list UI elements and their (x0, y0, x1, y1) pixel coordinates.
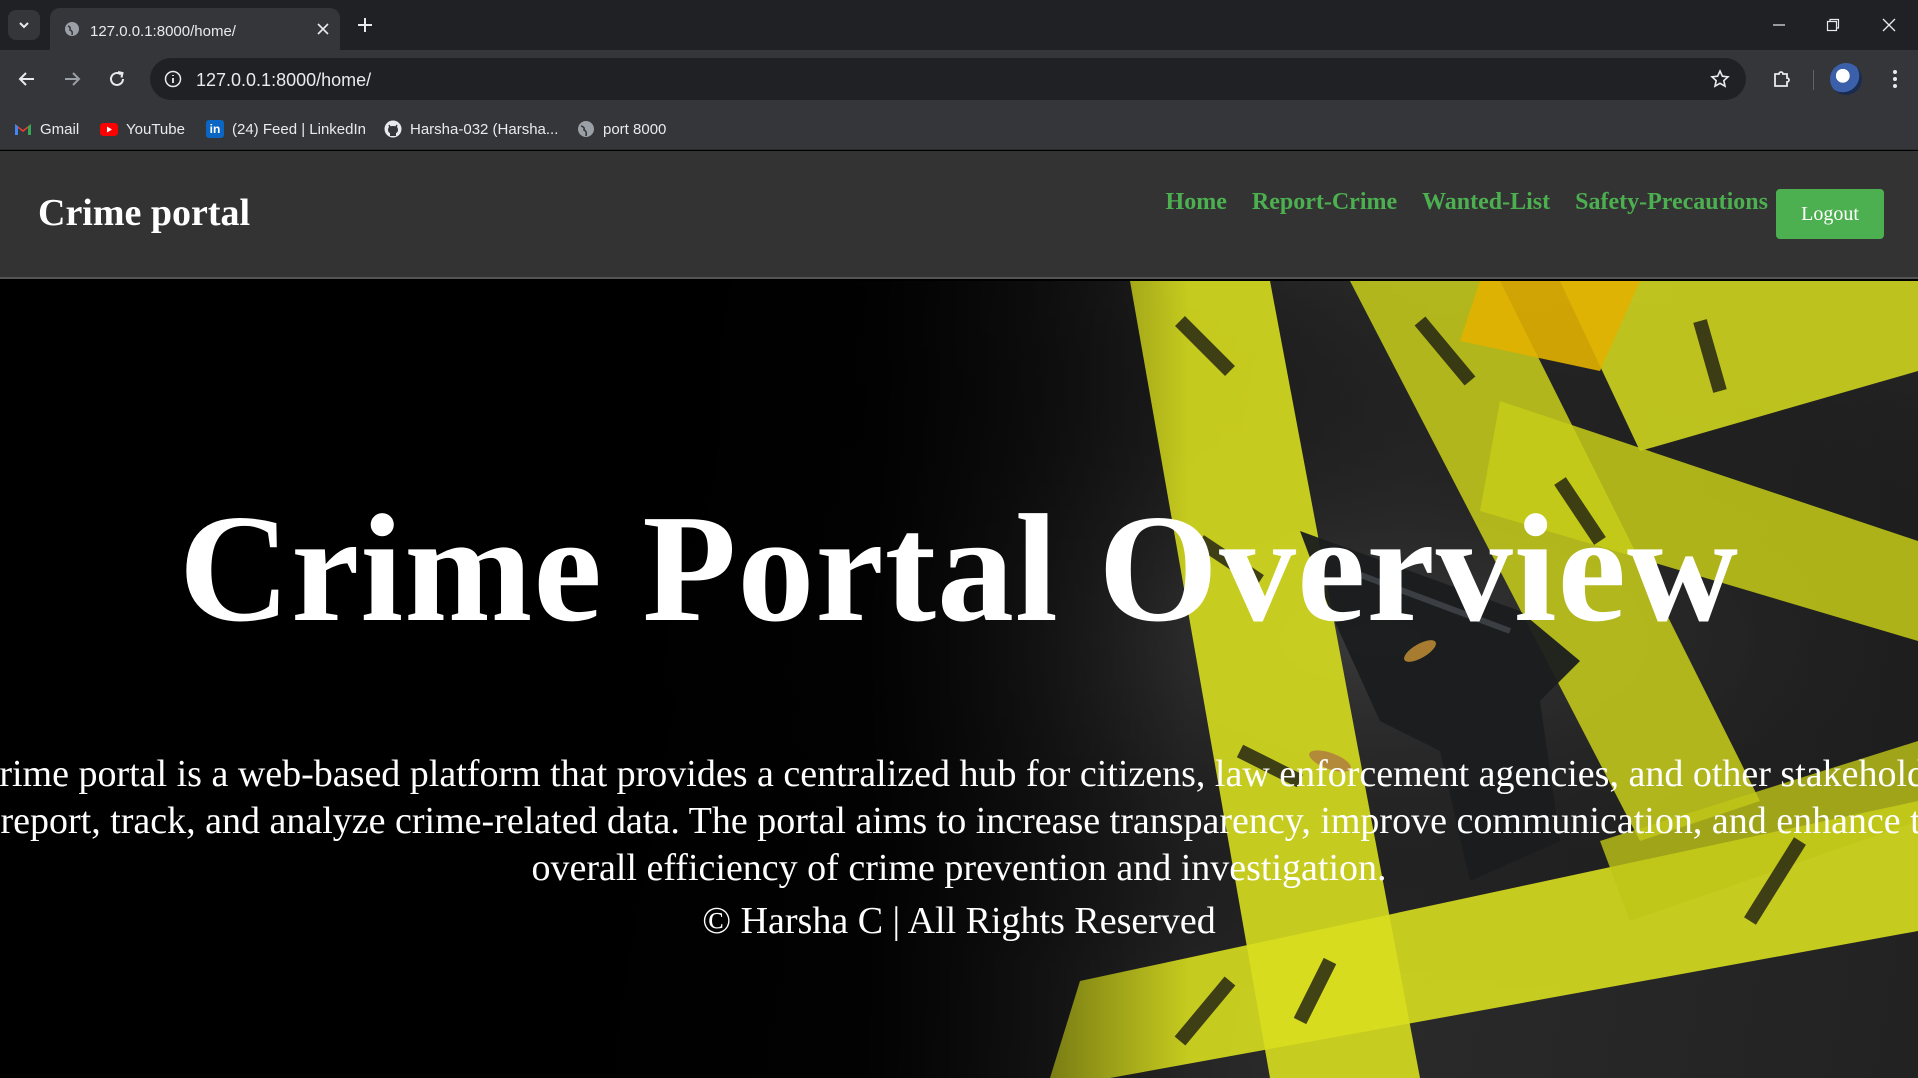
star-icon[interactable] (1708, 67, 1732, 91)
bookmark-linkedin[interactable]: in (24) Feed | LinkedIn (206, 118, 366, 140)
minimize-icon (1773, 24, 1785, 26)
web-page: Crime portal Home Report-Crime Wanted-Li… (0, 151, 1918, 1078)
bookmark-youtube[interactable]: YouTube (100, 118, 185, 140)
site-navbar: Crime portal Home Report-Crime Wanted-Li… (0, 151, 1918, 279)
hero-description: A crime portal is a web-based platform t… (0, 753, 1918, 889)
minimize-button[interactable] (1764, 11, 1794, 39)
back-button[interactable] (10, 62, 44, 96)
hero-section: Crime Portal Overview A crime portal is … (0, 281, 1918, 1078)
arrow-right-icon (65, 72, 81, 86)
logout-button[interactable]: Logout (1776, 189, 1884, 239)
toolbar-separator (1813, 70, 1814, 90)
reload-icon (110, 71, 124, 86)
bookmark-label: Harsha-032 (Harsha... (410, 120, 559, 138)
nav-links: Home Report-Crime Wanted-List Safety-Pre… (1166, 189, 1768, 216)
bookmark-github[interactable]: Harsha-032 (Harsha... (384, 118, 558, 140)
gmail-icon (14, 120, 32, 138)
site-brand[interactable]: Crime portal (38, 191, 250, 235)
url-text[interactable]: 127.0.0.1:8000/home/ (196, 70, 371, 91)
crime-scene-background-image (0, 281, 1918, 1078)
bookmarks-bar: Gmail YouTube in (24) Feed | LinkedIn Ha… (0, 108, 1918, 150)
github-icon (384, 120, 402, 138)
bookmark-label: (24) Feed | LinkedIn (232, 120, 366, 138)
tab-title: 127.0.0.1:8000/home/ (90, 23, 236, 40)
tab-search-button[interactable] (8, 10, 40, 40)
forward-button[interactable] (55, 62, 89, 96)
reload-button[interactable] (100, 62, 134, 96)
address-bar[interactable]: 127.0.0.1:8000/home/ (150, 58, 1746, 100)
close-icon[interactable] (312, 18, 334, 40)
browser-tab-strip: 127.0.0.1:8000/home/ (0, 0, 1918, 50)
plus-icon (358, 18, 372, 32)
bookmark-gmail[interactable]: Gmail (14, 118, 79, 140)
globe-icon (577, 120, 595, 138)
restore-icon (1826, 18, 1840, 32)
nav-link-safety-precautions[interactable]: Safety-Precautions (1575, 189, 1768, 216)
close-icon (1882, 18, 1896, 32)
nav-link-home[interactable]: Home (1166, 189, 1227, 216)
more-vertical-icon (1893, 70, 1897, 88)
puzzle-icon (1774, 71, 1790, 87)
bookmark-port-8000[interactable]: port 8000 (577, 118, 666, 140)
copyright-footer: © Harsha C | All Rights Reserved (702, 900, 1216, 942)
profile-avatar[interactable] (1830, 63, 1862, 95)
extensions-button[interactable] (1765, 62, 1799, 96)
new-tab-button[interactable] (352, 12, 378, 38)
bookmark-label: port 8000 (603, 120, 667, 138)
browser-toolbar: 127.0.0.1:8000/home/ (0, 50, 1918, 108)
hero-title: Crime Portal Overview (178, 484, 1740, 654)
nav-link-report-crime[interactable]: Report-Crime (1252, 189, 1397, 216)
menu-button[interactable] (1878, 62, 1912, 96)
globe-icon (64, 21, 80, 42)
bookmark-label: YouTube (126, 120, 185, 138)
arrow-left-icon (18, 72, 34, 86)
chevron-down-icon (19, 22, 29, 29)
browser-tab[interactable]: 127.0.0.1:8000/home/ (50, 8, 340, 50)
close-window-button[interactable] (1874, 11, 1904, 39)
linkedin-icon: in (206, 120, 224, 138)
restore-button[interactable] (1818, 11, 1848, 39)
bookmark-label: Gmail (40, 120, 80, 138)
youtube-icon (100, 120, 118, 138)
nav-link-wanted-list[interactable]: Wanted-List (1422, 189, 1550, 216)
site-info-icon[interactable] (160, 66, 186, 92)
